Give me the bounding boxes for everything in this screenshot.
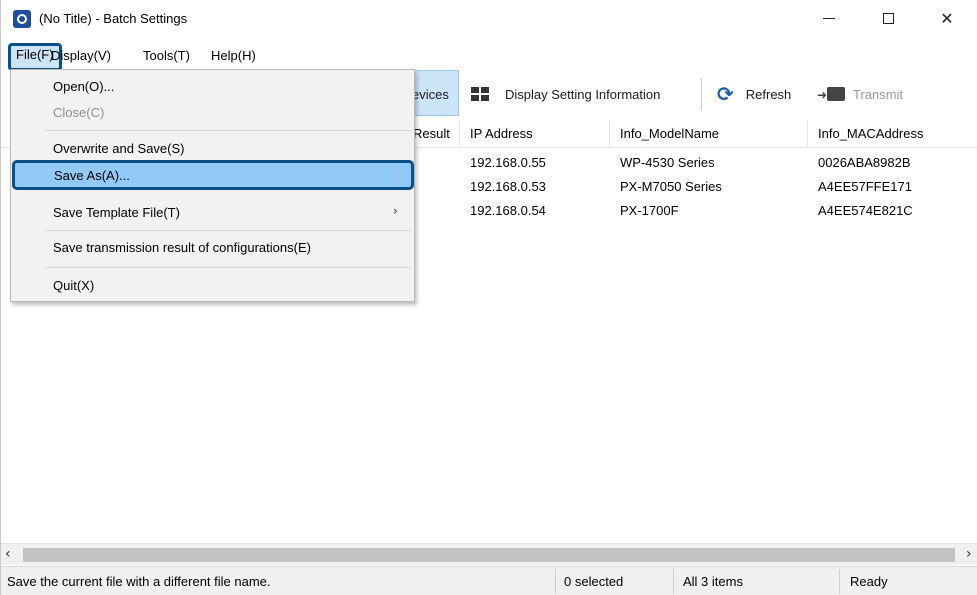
menu-item-open-label: Open(O)... [53,79,115,94]
scroll-right-icon[interactable]: › [966,546,972,562]
close-icon: ✕ [940,8,954,28]
column-header-ip-address[interactable]: IP Address [470,126,533,141]
status-divider [839,569,840,594]
cell-mac-address: A4EE57FFE171 [818,179,912,194]
cell-model-name: PX-M7050 Series [620,179,722,194]
cell-ip-address: 192.168.0.55 [470,155,546,170]
display-setting-information-label: Display Setting Information [505,86,661,102]
status-divider [555,569,556,594]
refresh-label: Refresh [745,86,792,102]
column-header-model-name[interactable]: Info_ModelName [620,126,719,141]
column-divider[interactable] [807,120,808,146]
status-state: Ready [850,574,888,589]
scrollbar-thumb[interactable] [23,548,955,562]
file-menu-dropdown: Open(O)... Close(C) Overwrite and Save(S… [10,69,415,302]
menu-separator [45,230,411,231]
menu-help[interactable]: Help(H) [205,45,262,69]
menu-item-save-template-file-label: Save Template File(T) [53,205,180,220]
status-item-count: All 3 items [683,574,743,589]
scroll-left-icon[interactable]: ‹ [5,546,11,562]
grid-icon [471,87,489,101]
maximize-button[interactable] [865,0,911,36]
cell-mac-address: 0026ABA8982B [818,155,911,170]
status-selected-count: 0 selected [564,574,624,589]
menu-item-save-template-file[interactable]: Save Template File(T) › [11,201,414,225]
window-title: (No Title) - Batch Settings [39,11,188,26]
transmit-printer-icon: ➜ [817,85,847,103]
minimize-button[interactable] [806,0,852,36]
menu-bar: File(F) Display(V) Tools(T) Help(H) [1,40,977,71]
refresh-icon: ⟳ [717,82,734,106]
menu-item-save-as[interactable]: Save As(A)... [12,160,414,190]
cell-ip-address: 192.168.0.53 [470,179,546,194]
title-bar: (No Title) - Batch Settings ✕ [1,0,977,40]
column-header-mac-address[interactable]: Info_MACAddress [818,126,924,141]
app-globe-icon [13,10,31,28]
transmit-label: Transmit [853,86,904,102]
maximize-icon [882,12,894,24]
menu-item-quit-label: Quit(X) [53,278,95,293]
close-button[interactable]: ✕ [924,0,970,36]
menu-separator [45,130,411,131]
menu-item-save-transmission-result[interactable]: Save transmission result of configuratio… [11,236,414,260]
column-header-result[interactable]: Result [413,126,450,141]
refresh-button[interactable]: ⟳ Refresh [717,82,791,106]
batch-settings-window: (No Title) - Batch Settings ✕ File(F) Di… [0,0,977,595]
minimize-icon [823,17,835,19]
menu-tools[interactable]: Tools(T) [137,45,196,69]
menu-item-save-as-label: Save As(A)... [54,168,130,183]
devices-label: evices [412,87,449,102]
menu-item-close: Close(C) [11,101,414,125]
status-divider [673,569,674,594]
cell-model-name: WP-4530 Series [620,155,715,170]
column-divider[interactable] [459,120,460,146]
menu-item-open[interactable]: Open(O)... [11,75,414,99]
menu-separator [45,267,411,268]
cell-mac-address: A4EE574E821C [818,203,913,218]
status-bar: Save the current file with a different f… [1,566,977,595]
horizontal-scrollbar[interactable]: ‹ › [1,543,977,565]
display-setting-information-button[interactable]: Display Setting Information [471,82,660,106]
status-message: Save the current file with a different f… [7,574,271,589]
submenu-arrow-icon: › [393,204,398,218]
menu-item-save-transmission-result-label: Save transmission result of configuratio… [53,240,311,255]
menu-display[interactable]: Display(V) [45,45,117,69]
menu-item-close-label: Close(C) [53,105,105,120]
menu-item-quit[interactable]: Quit(X) [11,274,414,298]
cell-ip-address: 192.168.0.54 [470,203,546,218]
menu-item-overwrite-and-save[interactable]: Overwrite and Save(S) [11,137,414,161]
toolbar-divider [701,78,702,110]
cell-model-name: PX-1700F [620,203,679,218]
column-divider[interactable] [609,120,610,146]
menu-item-overwrite-and-save-label: Overwrite and Save(S) [53,141,185,156]
transmit-button[interactable]: ➜ Transmit [817,82,903,106]
